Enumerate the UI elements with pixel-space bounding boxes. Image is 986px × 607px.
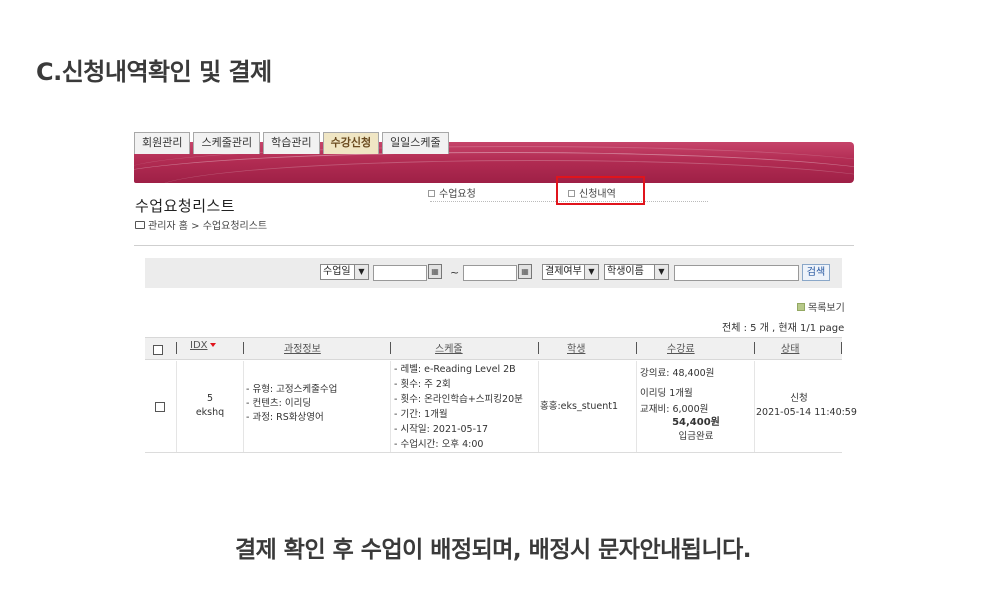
chevron-down-icon: ▼ [584,265,598,279]
row-checkbox[interactable] [155,402,165,412]
select-all-checkbox[interactable] [153,345,163,355]
breadcrumb: 관리자 홈 > 수업요청리스트 [135,217,267,232]
highlight-box [556,176,645,205]
tab-daily-schedule[interactable]: 일일스케줄 [382,132,449,154]
row-schedule: - 레벨: e-Reading Level 2B - 횟수: 주 2회 - 횟수… [394,364,523,450]
row-fee: 강의료: 48,400원 이리딩 1개월 교재비: 6,000원 [640,368,715,415]
chevron-down-icon: ▼ [654,265,668,279]
list-icon [797,303,805,311]
header-course-info[interactable]: 과정정보 [284,340,321,355]
tab-schedule[interactable]: 스케줄관리 [193,132,261,154]
tab-member[interactable]: 회원관리 [134,132,191,154]
page-heading: C.신청내역확인 및 결제 [36,58,272,86]
row-status: 신청 2021-05-14 11:40:59 [756,393,857,418]
folder-icon [135,221,145,229]
date-type-select[interactable]: 수업일 ▼ [320,264,369,280]
calendar-icon[interactable]: ▦ [428,264,442,279]
title-divider [134,245,854,246]
start-date-input[interactable] [373,265,427,281]
row-fee-total: 54,400원 입금완료 [640,416,752,444]
end-date-input[interactable] [463,265,517,281]
payment-status-select[interactable]: 결제여부 ▼ [542,264,599,280]
table-row-divider [145,452,842,453]
header-status[interactable]: 상태 [781,340,799,355]
calendar-icon[interactable]: ▦ [518,264,532,279]
page-title: 수업요청리스트 [135,197,236,215]
search-button[interactable]: 검색 [802,264,830,281]
header-idx[interactable]: IDX [190,340,216,351]
main-nav-tabs: 회원관리 스케줄관리 학습관리 수강신청 일일스케줄 [134,132,449,154]
bullet-icon [428,189,435,197]
header-fee[interactable]: 수강료 [667,340,695,355]
header-student[interactable]: 학생 [567,340,585,355]
tab-enrollment[interactable]: 수강신청 [322,132,380,154]
search-input[interactable] [674,265,799,281]
row-course-info: - 유형: 고정스케줄수업 - 컨텐츠: 이리딩 - 과정: RS화상영어 [246,384,338,423]
sort-down-icon [209,343,216,347]
list-view-link[interactable]: 목록보기 [797,299,845,314]
header-schedule[interactable]: 스케줄 [435,340,463,355]
search-field-select[interactable]: 학생이름 ▼ [604,264,669,280]
table-header [145,337,842,360]
row-student: 홍홍:eks_stuent1 [540,401,619,412]
chevron-down-icon: ▼ [354,265,368,279]
row-idx: 5 ekshq [195,393,225,418]
status-badge: 신청 [790,393,808,404]
date-range-tilde: ~ [450,266,460,279]
submenu-class-request[interactable]: 수업요청 [428,185,476,200]
bottom-caption: 결제 확인 후 수업이 배정되며, 배정시 문자안내됩니다. [234,537,752,563]
payment-status: 입금완료 [678,431,714,442]
record-count: 전체 : 5 개 , 현재 1/1 page [722,323,845,334]
tab-learning[interactable]: 학습관리 [263,132,320,154]
